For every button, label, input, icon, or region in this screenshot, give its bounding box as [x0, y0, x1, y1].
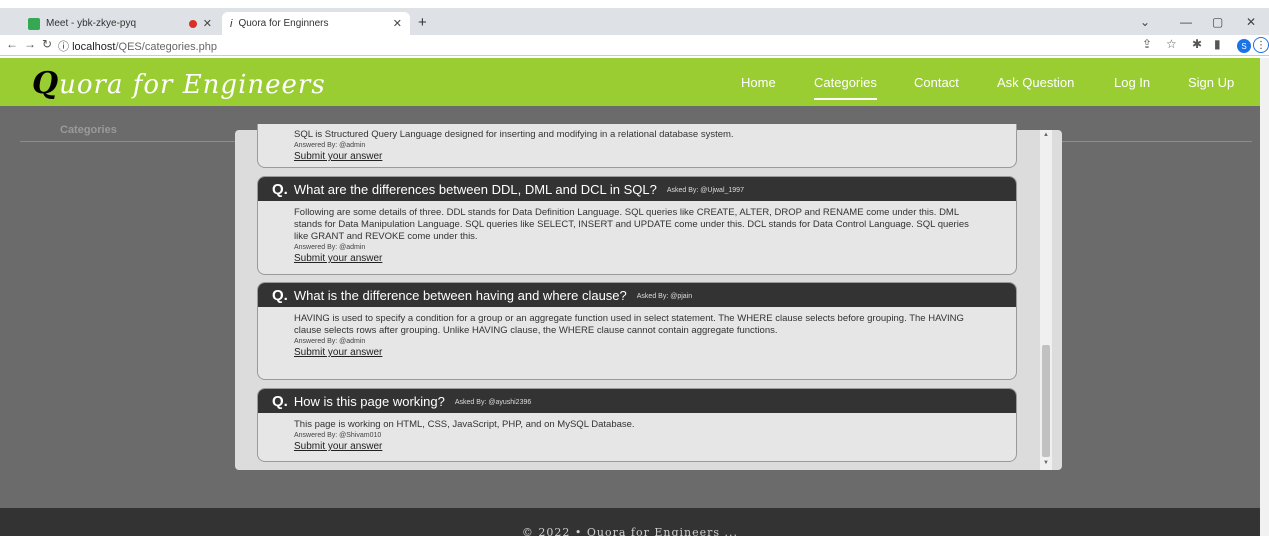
- scroll-down-icon[interactable]: ▼: [1043, 460, 1049, 466]
- answered-by: Answered By: @admin: [294, 142, 366, 149]
- site-navbar: Quora for Engineers Home Categories Cont…: [0, 58, 1260, 106]
- tab-title: Quora for Enginners: [238, 18, 329, 29]
- answered-by: Answered By: @admin: [294, 244, 366, 251]
- recording-icon: [188, 19, 197, 28]
- reload-icon[interactable]: ↻: [42, 37, 52, 51]
- answer-text: This page is working on HTML, CSS, JavaS…: [294, 419, 635, 430]
- brand-initial: Q: [32, 66, 60, 101]
- close-icon[interactable]: ✕: [203, 17, 212, 30]
- forward-icon[interactable]: →: [24, 37, 36, 51]
- address-bar: ← → ↻ ⓘ localhost/QES/categories.php ⇪ ☆…: [0, 35, 1269, 56]
- asked-by: Asked By: @pjain: [636, 292, 693, 300]
- window-close-icon[interactable]: ✕: [1246, 15, 1256, 29]
- menu-kebab-icon[interactable]: ⋮: [1253, 37, 1269, 53]
- q-mark: Q.: [272, 286, 288, 304]
- q-mark: Q.: [272, 180, 288, 198]
- url-host: localhost: [72, 41, 116, 53]
- site-footer: © 2022 • Quora for Engineers ...: [0, 508, 1260, 536]
- asked-by: Asked By: @ayushi2396: [454, 398, 532, 406]
- nav-home[interactable]: Home: [741, 75, 776, 90]
- submit-answer-link[interactable]: Submit your answer: [294, 253, 978, 265]
- site-brand[interactable]: Quora for Engineers: [32, 66, 326, 101]
- browser-tab-strip: Meet - ybk-zkye-pyq ✕ i Quora for Enginn…: [0, 8, 1269, 35]
- profile-avatar[interactable]: S: [1237, 39, 1251, 53]
- side-panel-icon[interactable]: ▮: [1214, 37, 1221, 51]
- question-title: How is this page working?: [293, 393, 445, 409]
- nav-categories[interactable]: Categories: [814, 75, 877, 100]
- url-path: /QES/categories.php: [115, 41, 217, 53]
- meet-icon: [28, 17, 40, 30]
- scrollbar-thumb[interactable]: [1042, 345, 1050, 457]
- question-title: What are the differences between DDL, DM…: [293, 181, 657, 197]
- maximize-icon[interactable]: ▢: [1212, 15, 1223, 29]
- question-header: Q. What are the differences between DDL,…: [258, 177, 1016, 201]
- question-card: Q. What are the differences between DDL,…: [257, 176, 1017, 275]
- bookmark-star-icon[interactable]: ☆: [1166, 37, 1177, 51]
- asked-by: Asked By: @Ujwal_1997: [666, 186, 744, 194]
- page-scrollbar[interactable]: [1260, 58, 1269, 536]
- brand-rest: uora for Engineers: [59, 70, 326, 100]
- close-icon[interactable]: ✕: [393, 17, 402, 30]
- submit-answer-link[interactable]: Submit your answer: [294, 347, 978, 359]
- page-info-icon: i: [230, 17, 233, 30]
- question-card-partial: SQL is Structured Query Language designe…: [257, 124, 1017, 168]
- question-header: Q. How is this page working? Asked By: @…: [258, 389, 1016, 413]
- q-mark: Q.: [272, 392, 288, 410]
- answered-by: Answered By: @Shivam010: [294, 432, 382, 439]
- new-tab-button[interactable]: +: [418, 14, 427, 31]
- answer-text: Following are some details of three. DDL…: [294, 207, 969, 242]
- browser-tab-quora[interactable]: i Quora for Enginners ✕: [222, 12, 410, 35]
- nav-log-in[interactable]: Log In: [1114, 75, 1150, 90]
- share-icon[interactable]: ⇪: [1142, 37, 1152, 51]
- browser-tab-meet[interactable]: Meet - ybk-zkye-pyq ✕: [20, 12, 220, 35]
- answer-text: SQL is Structured Query Language designe…: [294, 129, 734, 140]
- question-card: Q. What is the difference between having…: [257, 282, 1017, 380]
- submit-answer-link[interactable]: Submit your answer: [294, 151, 978, 163]
- question-header: Q. What is the difference between having…: [258, 283, 1016, 307]
- question-title: What is the difference between having an…: [293, 287, 627, 303]
- answered-by: Answered By: @admin: [294, 338, 366, 345]
- url-field[interactable]: ⓘ localhost/QES/categories.php: [58, 38, 217, 54]
- tab-search-icon[interactable]: ⌄: [1140, 15, 1150, 29]
- question-card: Q. How is this page working? Asked By: @…: [257, 388, 1017, 462]
- answer-text: HAVING is used to specify a condition fo…: [294, 313, 964, 336]
- tab-title: Meet - ybk-zkye-pyq: [46, 18, 137, 29]
- footer-text: © 2022 • Quora for Engineers ...: [521, 526, 739, 536]
- back-icon[interactable]: ←: [6, 37, 18, 51]
- extensions-icon[interactable]: ✱: [1192, 37, 1202, 51]
- submit-answer-link[interactable]: Submit your answer: [294, 441, 978, 453]
- nav-contact[interactable]: Contact: [914, 75, 959, 90]
- page-label: Categories: [60, 124, 117, 136]
- modal-scrollbar[interactable]: ▲ ▼: [1040, 130, 1052, 470]
- scroll-up-icon[interactable]: ▲: [1043, 132, 1049, 138]
- nav-sign-up[interactable]: Sign Up: [1188, 75, 1234, 90]
- site-info-icon[interactable]: ⓘ: [58, 41, 69, 53]
- nav-ask-question[interactable]: Ask Question: [997, 75, 1074, 90]
- minimize-icon[interactable]: —: [1180, 15, 1192, 29]
